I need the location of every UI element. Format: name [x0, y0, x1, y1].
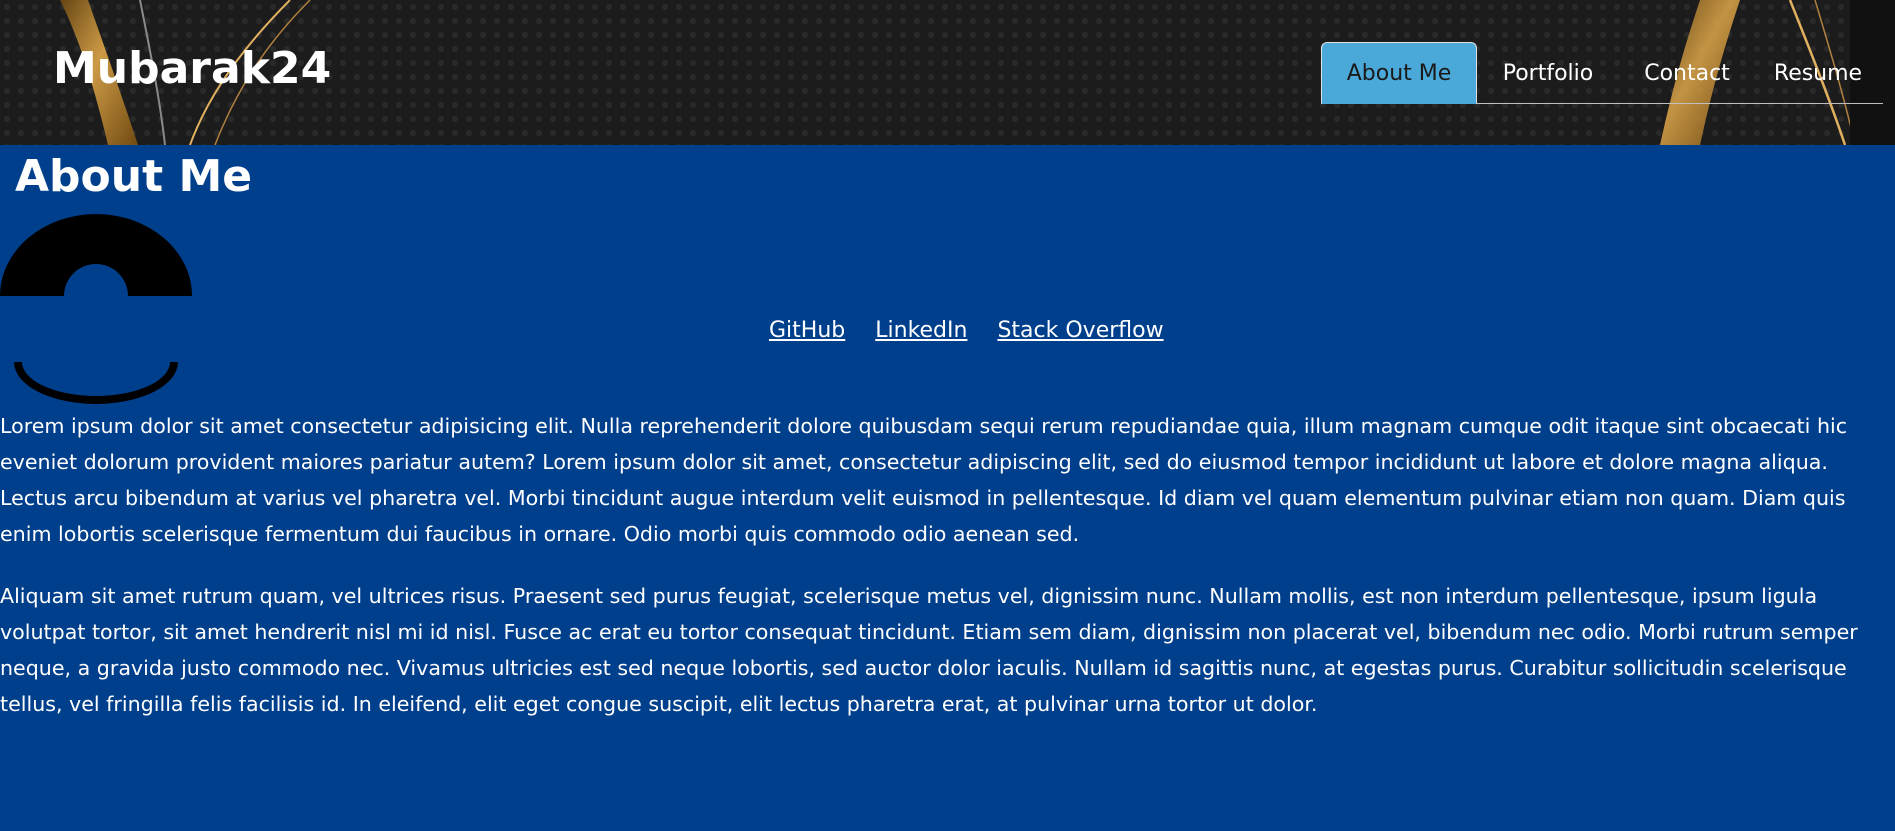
page-title: About Me — [15, 151, 253, 202]
avatar-icon — [0, 214, 192, 404]
site-header: Mubarak24 About Me Portfolio Contact Res… — [0, 0, 1895, 145]
linkedin-link[interactable]: LinkedIn — [875, 315, 967, 347]
paragraph-line: neque, a gravida justo commodo nec. Viva… — [0, 656, 1847, 680]
nav-tab-portfolio[interactable]: Portfolio — [1477, 42, 1619, 104]
nav-tab-contact[interactable]: Contact — [1619, 42, 1755, 104]
paragraph-line: Aliquam sit amet rutrum quam, vel ultric… — [0, 584, 1818, 608]
stack-overflow-link[interactable]: Stack Overflow — [997, 315, 1163, 347]
site-title[interactable]: Mubarak24 — [53, 38, 331, 100]
paragraph-line: volutpat tortor, sit amet hendrerit nisl… — [0, 620, 1858, 644]
about-paragraph-2: Aliquam sit amet rutrum quam, vel ultric… — [0, 578, 1895, 722]
social-links: GitHub LinkedIn Stack Overflow — [769, 315, 1164, 347]
paragraph-line: enim lobortis scelerisque fermentum dui … — [0, 522, 1080, 546]
about-paragraph-1: Lorem ipsum dolor sit amet consectetur a… — [0, 408, 1895, 552]
paragraph-line: eveniet dolorum provident maiores pariat… — [0, 450, 1828, 474]
paragraph-line: Lorem ipsum dolor sit amet consectetur a… — [0, 414, 1848, 438]
main-content: About Me GitHub LinkedIn Stack Overflow … — [0, 145, 1895, 831]
nav-tab-resume[interactable]: Resume — [1755, 42, 1881, 104]
github-link[interactable]: GitHub — [769, 315, 845, 347]
main-nav: About Me Portfolio Contact Resume — [1321, 42, 1883, 104]
paragraph-line: tellus, vel fringilla felis facilisis id… — [0, 692, 1318, 716]
paragraph-line: Lectus arcu bibendum at varius vel phare… — [0, 486, 1846, 510]
nav-tab-about-me[interactable]: About Me — [1321, 42, 1477, 104]
